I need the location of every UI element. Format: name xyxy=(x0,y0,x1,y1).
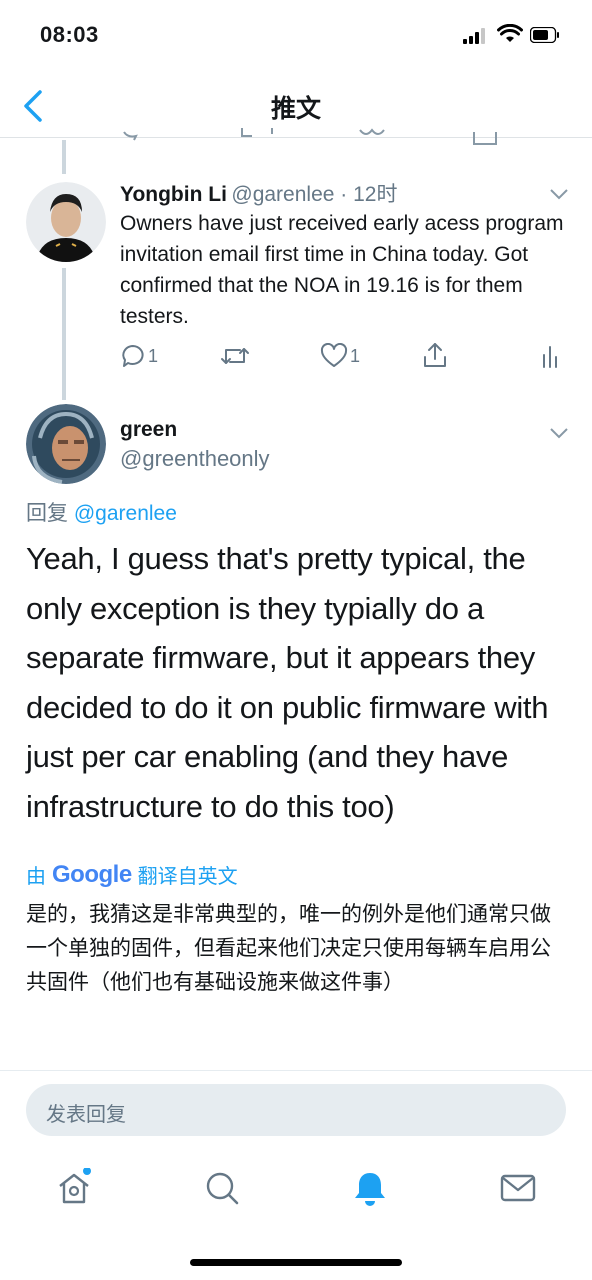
analytics-button[interactable] xyxy=(540,342,560,370)
share-button[interactable] xyxy=(422,341,448,369)
heart-icon xyxy=(320,343,348,367)
author-name[interactable]: Yongbin Li xyxy=(120,183,227,206)
google-logo: Google xyxy=(52,860,132,888)
page-title: 推文 xyxy=(270,95,321,123)
share-icon xyxy=(424,343,446,367)
wifi-icon xyxy=(497,24,523,42)
translation-from: 翻译自英文 xyxy=(137,866,238,888)
previous-tweet-actions xyxy=(123,128,497,145)
translated-text: 是的，我猜这是非常典型的，唯一的例外是他们通常只做一个单独的固件，但看起来他们决… xyxy=(26,903,551,994)
status-time: 08:03 xyxy=(40,22,99,47)
author-handle-time: @garenlee · 12时 xyxy=(231,183,398,206)
reply-to-prefix: 回复 xyxy=(26,502,68,525)
thread-line xyxy=(62,140,66,174)
author-handle[interactable]: @greentheonly xyxy=(120,446,270,472)
reply-to-line: 回复 @garenlee xyxy=(26,497,177,527)
like-button[interactable]: 1 xyxy=(320,342,360,370)
notifications-icon[interactable] xyxy=(350,1168,390,1208)
tweet-text: Owners have just received early acess pr… xyxy=(120,212,564,328)
chevron-down-icon[interactable] xyxy=(549,187,569,201)
retweet-icon xyxy=(221,348,249,364)
home-indicator xyxy=(190,1259,402,1266)
battery-icon xyxy=(530,27,559,43)
home-icon[interactable] xyxy=(54,1168,94,1208)
search-icon[interactable] xyxy=(202,1168,242,1208)
cellular-signal-icon xyxy=(463,28,489,44)
reply-input[interactable]: 发表回复 xyxy=(26,1084,566,1136)
chevron-down-icon[interactable] xyxy=(549,426,569,440)
tweet-text: Yeah, I guess that's pretty typical, the… xyxy=(26,541,549,824)
analytics-icon xyxy=(543,346,557,368)
retweet-button[interactable] xyxy=(220,342,250,370)
reply-count: 1 xyxy=(148,345,159,366)
reply-divider xyxy=(0,1070,592,1071)
translation-by: 由 xyxy=(26,866,46,888)
messages-icon[interactable] xyxy=(498,1168,538,1208)
avatar-green[interactable] xyxy=(26,404,106,484)
reply-to-handle[interactable]: @garenlee xyxy=(74,502,177,525)
avatar-yongbin-li[interactable] xyxy=(26,182,106,262)
reply-icon xyxy=(122,345,144,367)
reply-button[interactable]: 1 xyxy=(120,342,158,370)
author-name[interactable]: green xyxy=(120,418,177,442)
thread-line xyxy=(62,268,66,400)
translation-attribution[interactable]: 由 Google 翻译自英文 xyxy=(26,860,238,889)
like-count: 1 xyxy=(350,345,361,366)
tweet-header: Yongbin Li @garenlee · 12时 xyxy=(120,178,397,208)
reply-placeholder: 发表回复 xyxy=(46,1104,126,1126)
